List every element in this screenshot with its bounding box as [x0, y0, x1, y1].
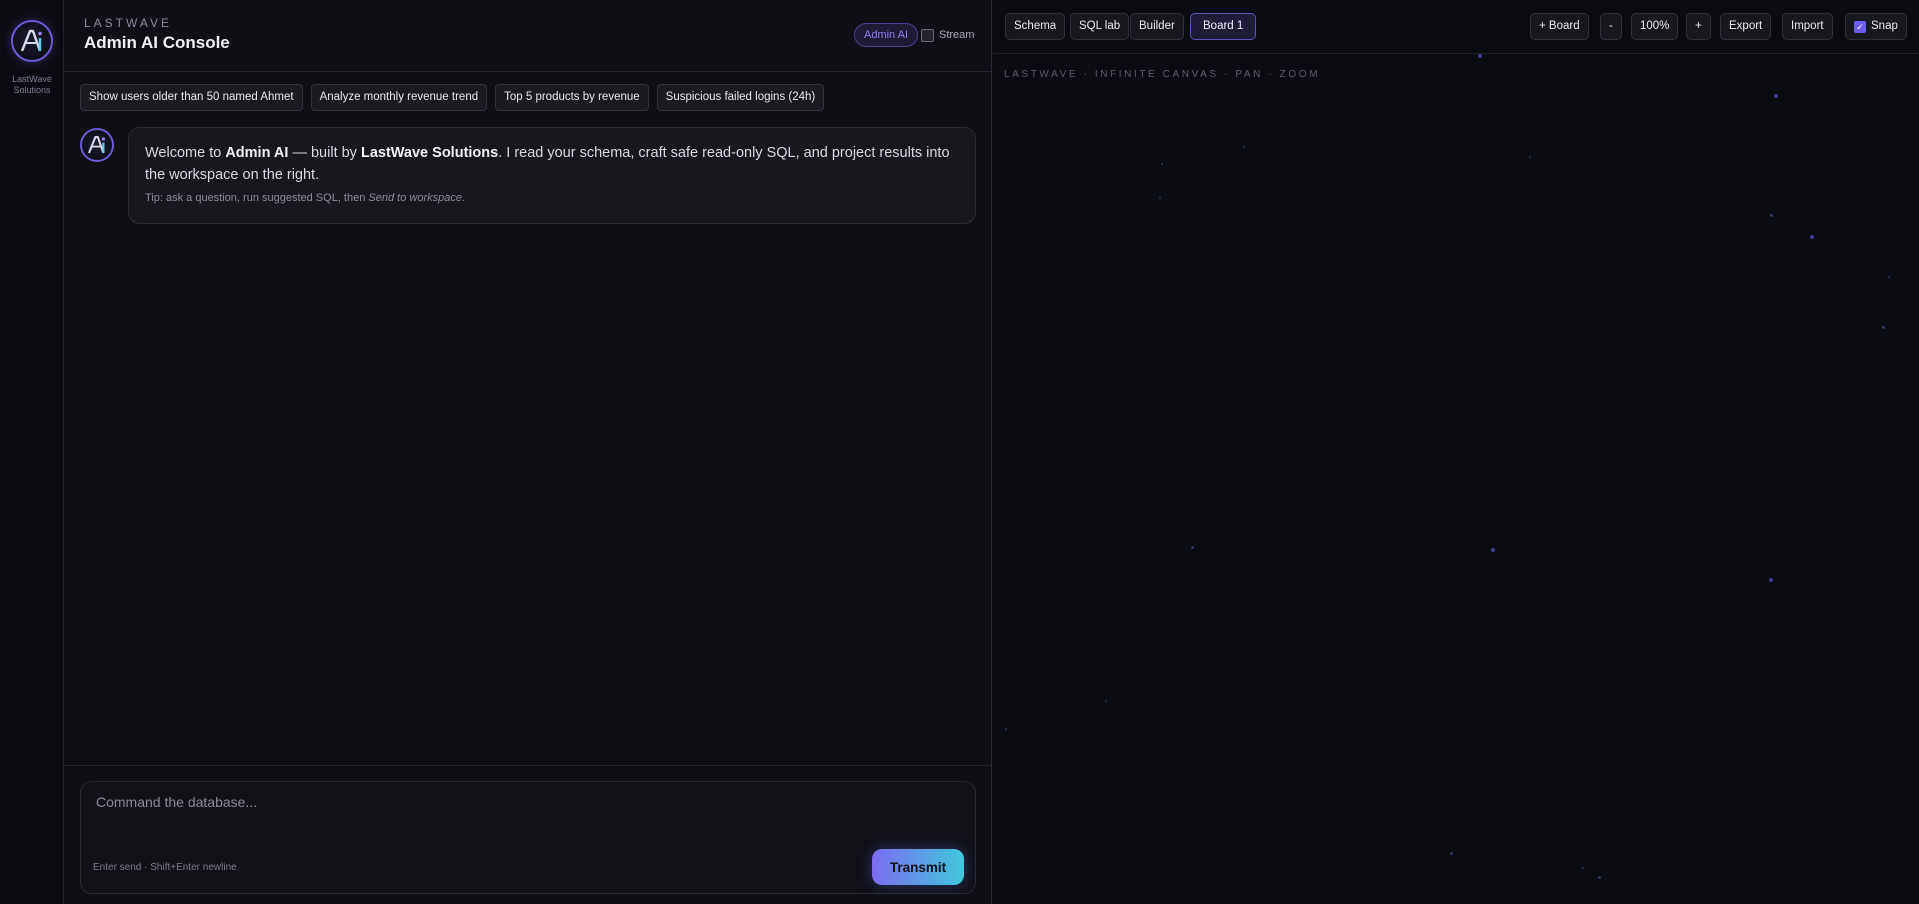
canvas-star — [1888, 276, 1890, 278]
canvas-star — [1810, 235, 1814, 239]
tab-builder[interactable]: Builder — [1130, 13, 1184, 40]
workspace-toolbar: Schema SQL lab Builder Board 1 + Board -… — [993, 0, 1919, 54]
suggestion-chip-top-products[interactable]: Top 5 products by revenue — [495, 84, 649, 111]
zoom-out-button[interactable]: - — [1600, 13, 1622, 40]
canvas-caption: LASTWAVE · INFINITE CANVAS · PAN · ZOOM — [1004, 69, 1321, 80]
chat-header: LASTWAVE Admin AI Console Admin AI Strea… — [64, 0, 992, 72]
suggestion-chip-users-over-50[interactable]: Show users older than 50 named Ahmet — [80, 84, 303, 111]
canvas-star — [1243, 146, 1245, 148]
welcome-message: Welcome to Admin AI — built by LastWave … — [128, 127, 976, 224]
stream-label: Stream — [939, 29, 975, 41]
add-board-button[interactable]: + Board — [1530, 13, 1589, 40]
canvas-star — [1582, 867, 1584, 869]
canvas-star — [1882, 326, 1885, 329]
suggestion-chips: Show users older than 50 named Ahmet Ana… — [80, 84, 825, 111]
rail-brand-label: LastWave Solutions — [12, 74, 52, 95]
snap-checkbox-icon[interactable]: ✓ — [1854, 20, 1866, 33]
app-logo-icon[interactable] — [11, 20, 53, 62]
canvas-star — [1491, 548, 1495, 552]
left-rail: LastWave Solutions — [0, 0, 64, 904]
tab-sql-lab[interactable]: SQL lab — [1070, 13, 1130, 40]
stream-toggle[interactable]: Stream — [921, 28, 974, 42]
canvas-star — [1478, 54, 1482, 58]
canvas-star — [1159, 197, 1161, 199]
stream-checkbox[interactable] — [921, 28, 934, 42]
assistant-avatar-icon — [80, 128, 114, 162]
canvas-star — [1105, 700, 1107, 702]
canvas-star — [1005, 728, 1007, 730]
canvas-star — [1529, 156, 1531, 158]
canvas-star — [1770, 214, 1773, 217]
snap-label: Snap — [1871, 20, 1898, 32]
suggestion-chip-revenue-trend[interactable]: Analyze monthly revenue trend — [310, 84, 488, 111]
welcome-tip: Tip: ask a question, run suggested SQL, … — [145, 192, 466, 204]
transmit-button[interactable]: Transmit — [872, 849, 964, 885]
export-button[interactable]: Export — [1720, 13, 1772, 40]
canvas-star — [1598, 876, 1601, 879]
snap-toggle[interactable]: ✓ Snap — [1845, 13, 1907, 40]
canvas-star — [1161, 163, 1163, 165]
welcome-text: Welcome to Admin AI — built by LastWave … — [145, 145, 950, 183]
suggestion-chip-failed-logins[interactable]: Suspicious failed logins (24h) — [656, 84, 825, 111]
page-title: Admin AI Console — [84, 33, 230, 52]
canvas-star — [1774, 94, 1778, 98]
canvas-star — [1191, 546, 1194, 549]
command-input[interactable] — [96, 794, 956, 844]
workspace-canvas[interactable]: Schema SQL lab Builder Board 1 + Board -… — [993, 0, 1919, 904]
brand-name: LASTWAVE — [84, 16, 173, 30]
canvas-star — [1769, 578, 1773, 582]
composer-hint: Enter send · Shift+Enter newline — [93, 862, 237, 873]
zoom-in-button[interactable]: + — [1686, 13, 1711, 40]
chat-panel: LASTWAVE Admin AI Console Admin AI Strea… — [64, 0, 992, 904]
composer-divider — [64, 765, 992, 766]
import-button[interactable]: Import — [1782, 13, 1833, 40]
admin-ai-badge: Admin AI — [854, 23, 919, 47]
zoom-level[interactable]: 100% — [1631, 13, 1679, 40]
canvas-star — [1450, 852, 1453, 855]
board-selector[interactable]: Board 1 — [1190, 13, 1257, 40]
composer: Enter send · Shift+Enter newline Transmi… — [80, 781, 976, 894]
tab-schema[interactable]: Schema — [1005, 13, 1066, 40]
